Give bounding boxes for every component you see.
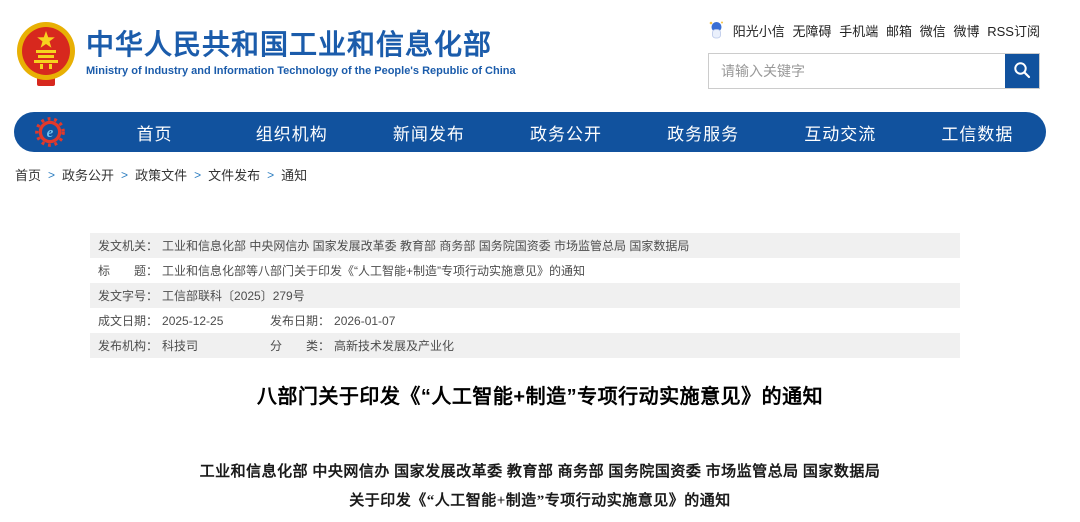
nav-item-5[interactable]: 互动交流 [772,112,909,152]
meta-value: 2026-01-07 [334,313,396,328]
quick-links: 阳光小信 无障碍 手机端 邮箱 微信 微博 RSS订阅 [708,20,1040,40]
search-box [708,53,1040,89]
breadcrumb-item-1[interactable]: 政务公开 [62,165,114,184]
main-nav-items: 首页 组织机构 新闻发布 政务公开 政务服务 互动交流 工信数据 [86,112,1046,152]
search-input[interactable] [709,54,1005,88]
org-name-cn: 中华人民共和国工业和信息化部 [86,29,493,60]
svg-text:e: e [47,125,54,141]
meta-value: 工信部联科〔2025〕279号 [162,289,305,303]
meta-pair: 成文日期： 2025-12-25 [98,312,270,329]
meta-label: 标 题： [98,264,159,278]
search-icon [1013,61,1031,82]
meta-label: 发文字号： [98,289,159,303]
meta-label: 分 类： [270,339,331,353]
miit-gear-logo-icon: e [14,116,86,148]
meta-label: 发布机构： [98,339,159,353]
quick-link-3[interactable]: 邮箱 [886,21,912,40]
org-name-en: Ministry of Industry and Information Tec… [86,65,516,77]
meta-value: 科技司 [162,339,199,353]
article-body: 工业和信息化部 中央网信办 国家发展改革委 教育部 商务部 国务院国资委 市场监… [0,458,1080,516]
meta-row-4: 发布机构： 科技司分 类： 高新技术发展及产业化 [90,333,960,358]
nav-item-3[interactable]: 政务公开 [497,112,634,152]
meta-label: 发文机关： [98,239,159,253]
breadcrumb-separator: > [267,167,275,182]
article-body-line-0: 工业和信息化部 中央网信办 国家发展改革委 教育部 商务部 国务院国资委 市场监… [199,464,881,480]
quick-link-1[interactable]: 无障碍 [792,21,831,40]
meta-label: 发布日期： [270,314,331,328]
breadcrumb-item-2[interactable]: 政策文件 [135,165,187,184]
search-button[interactable] [1005,54,1039,88]
meta-label: 成文日期： [98,314,159,328]
doc-meta-table: 发文机关： 工业和信息化部 中央网信办 国家发展改革委 教育部 商务部 国务院国资… [90,233,960,358]
meta-row-3: 成文日期： 2025-12-25 发布日期： 2026-01-07 [90,308,960,333]
mascot-icon [708,20,725,40]
meta-row-2: 发文字号： 工信部联科〔2025〕279号 [90,283,960,308]
org-title-block: 中华人民共和国工业和信息化部 Ministry of Industry and … [86,28,516,77]
quick-link-5[interactable]: 微博 [953,21,979,40]
meta-row-0: 发文机关： 工业和信息化部 中央网信办 国家发展改革委 教育部 商务部 国务院国资… [90,233,960,258]
breadcrumb-item-4: 通知 [281,168,308,183]
meta-value: 2025-12-25 [162,313,224,328]
main-nav: e 首页 组织机构 新闻发布 政务公开 政务服务 互动交流 工信数据 [14,112,1046,152]
breadcrumb: 首页 > 政务公开 > 政策文件 > 文件发布 > 通知 [15,165,307,184]
article-title: 八部门关于印发《“人工智能+制造”专项行动实施意见》的通知 [256,386,824,408]
nav-item-4[interactable]: 政务服务 [635,112,772,152]
breadcrumb-item-3[interactable]: 文件发布 [208,165,260,184]
meta-row-1: 标 题： 工业和信息化部等八部门关于印发《“人工智能+制造”专项行动实施意见》的通… [90,258,960,283]
nav-item-0[interactable]: 首页 [86,112,223,152]
nav-item-1[interactable]: 组织机构 [223,112,360,152]
meta-pair: 发布机构： 科技司 [98,337,270,354]
article-body-line-1: 关于印发《“人工智能+制造”专项行动实施意见》的通知 [349,493,731,509]
quick-link-0[interactable]: 阳光小信 [733,21,785,40]
site-header: 中华人民共和国工业和信息化部 Ministry of Industry and … [0,0,1080,105]
quick-link-4[interactable]: 微信 [920,21,946,40]
meta-value: 工业和信息化部 中央网信办 国家发展改革委 教育部 商务部 国务院国资委 市场监… [162,239,690,253]
breadcrumb-separator: > [194,167,202,182]
quick-link-6[interactable]: RSS订阅 [987,21,1040,40]
quick-link-2[interactable]: 手机端 [839,21,878,40]
breadcrumb-separator: > [121,167,129,182]
nav-item-6[interactable]: 工信数据 [909,112,1046,152]
meta-value: 高新技术发展及产业化 [334,339,455,353]
breadcrumb-item-0[interactable]: 首页 [15,165,41,184]
breadcrumb-separator: > [48,167,56,182]
meta-value: 工业和信息化部等八部门关于印发《“人工智能+制造”专项行动实施意见》的通知 [162,264,586,278]
nav-item-2[interactable]: 新闻发布 [360,112,497,152]
national-emblem-icon [14,20,78,90]
